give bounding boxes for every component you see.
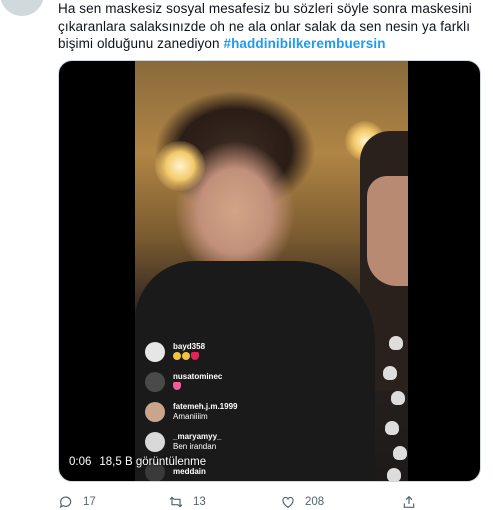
comment-message: Ben irandan <box>173 442 217 451</box>
hashtag-link[interactable]: #haddinibilkerembuersin <box>223 36 385 51</box>
video-player[interactable]: bayd358 nusatominec fatemeh.j.m.1999 Amanii… <box>58 60 481 482</box>
commenter-avatar <box>145 402 165 422</box>
commenter-username: bayd358 <box>173 341 206 351</box>
commenter-avatar <box>145 372 165 392</box>
comment-body: nusatominec <box>173 372 222 393</box>
comment-body: bayd358 <box>173 342 205 363</box>
emoji-icon <box>173 381 181 390</box>
heart-icon <box>391 391 405 405</box>
heart-icon <box>393 446 407 460</box>
reply-button[interactable]: 17 <box>58 494 96 510</box>
commenter-username: nusatominec <box>173 371 223 381</box>
floating-hearts <box>379 336 409 481</box>
heart-icon <box>385 421 399 435</box>
background-light <box>155 141 205 191</box>
emoji-icon <box>191 351 199 360</box>
heart-icon <box>389 336 403 350</box>
comment-body: fatemeh.j.m.1999 Amaniiiim <box>173 402 237 422</box>
commenter-username: fatemeh.j.m.1999 <box>173 402 238 411</box>
emoji-icon <box>173 351 181 360</box>
commenter-username: _maryamyy_ <box>173 432 222 441</box>
emoji-icon <box>182 351 190 360</box>
retweet-count: 13 <box>193 496 206 508</box>
author-avatar[interactable] <box>0 0 44 16</box>
comment-message: Amaniiiim <box>173 412 208 421</box>
comment-body: _maryamyy_ Ben irandan <box>173 432 221 452</box>
reply-count: 17 <box>83 496 96 508</box>
live-comment: bayd358 <box>145 337 285 367</box>
second-person-face <box>367 176 408 286</box>
share-icon <box>403 495 415 508</box>
heart-outline-icon <box>282 496 294 509</box>
comment-message <box>173 351 205 363</box>
heart-icon <box>387 468 401 481</box>
commenter-username: meddain <box>173 467 206 476</box>
like-count: 208 <box>305 496 325 508</box>
video-status: 0:06 18,5 B görüntülenme <box>69 456 206 468</box>
commenter-avatar <box>145 432 165 452</box>
video-view-count: 18,5 B görüntülenme <box>99 456 207 468</box>
retweet-button[interactable]: 13 <box>168 494 206 510</box>
live-comment: fatemeh.j.m.1999 Amaniiiim <box>145 397 285 427</box>
live-comment: _maryamyy_ Ben irandan <box>145 427 285 457</box>
tweet-text: Ha sen maskesiz sosyal mesafesiz bu sözl… <box>58 0 482 53</box>
commenter-avatar <box>145 342 165 362</box>
heart-icon <box>383 366 397 380</box>
live-comment: nusatominec <box>145 367 285 397</box>
retweet-icon <box>169 496 183 508</box>
video-elapsed-time: 0:06 <box>69 456 92 468</box>
tweet-actions: 17 13 208 <box>58 494 428 510</box>
comment-message <box>173 381 222 393</box>
like-button[interactable]: 208 <box>280 494 324 510</box>
reply-icon <box>59 496 72 509</box>
share-button[interactable] <box>401 494 417 510</box>
comment-body: meddain <box>173 467 206 477</box>
